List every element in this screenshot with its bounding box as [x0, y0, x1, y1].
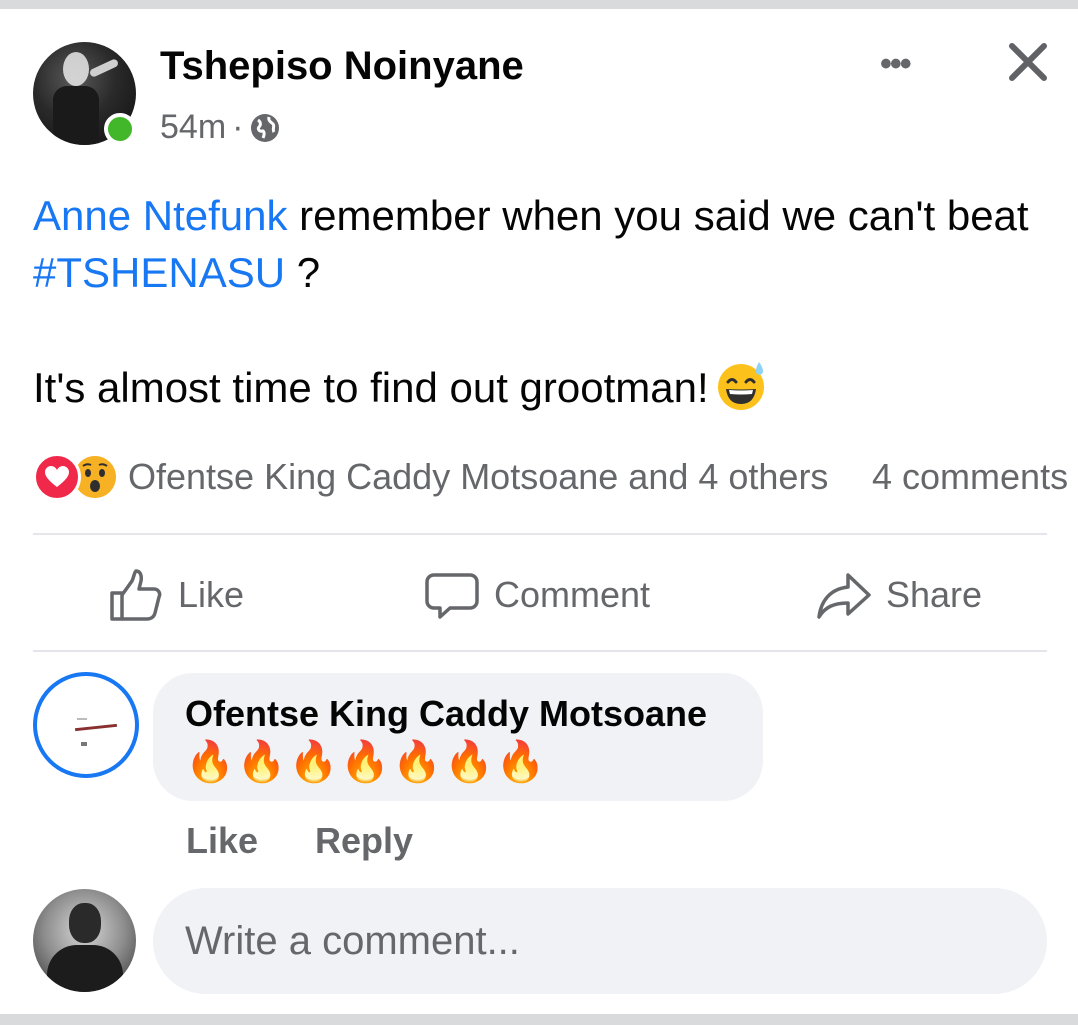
close-icon[interactable]: [1006, 40, 1050, 84]
post-time[interactable]: 54m: [160, 108, 226, 147]
mention-link[interactable]: Anne Ntefunk: [33, 192, 288, 239]
avatar-mark: [74, 723, 118, 732]
comment-button[interactable]: Comment: [424, 560, 650, 630]
current-user-avatar[interactable]: [33, 889, 136, 992]
divider-bottom: [33, 650, 1047, 652]
avatar-figure-head: [63, 52, 89, 86]
more-options-icon[interactable]: •••: [880, 45, 912, 84]
comment-text: 🔥🔥🔥🔥🔥🔥🔥: [185, 740, 548, 784]
share-button-label: Share: [886, 574, 983, 615]
post-body: Anne Ntefunk remember when you said we c…: [33, 187, 1053, 416]
avatar-figure-body: [53, 86, 99, 145]
post-text-part2: ?: [285, 249, 321, 296]
like-button-label: Like: [178, 574, 245, 615]
comment-like-button[interactable]: Like: [186, 820, 258, 862]
online-status-indicator: [104, 113, 136, 145]
share-arrow-icon: [817, 573, 871, 619]
post-meta: 54m ·: [160, 108, 281, 147]
comments-count[interactable]: 4 comments: [872, 456, 1078, 498]
comment-reply-button[interactable]: Reply: [315, 820, 413, 862]
commenter-avatar[interactable]: [33, 672, 139, 778]
post-paragraph-2-text: It's almost time to find out grootman!: [33, 364, 709, 411]
avatar-mark: [81, 742, 87, 746]
commenter-name[interactable]: Ofentse King Caddy Motsoane: [185, 693, 707, 735]
post-author-name[interactable]: Tshepiso Noinyane: [160, 44, 524, 89]
like-button[interactable]: Like: [108, 560, 244, 630]
post-text-part1: remember when you said we can't beat: [287, 192, 1029, 239]
reaction-icons[interactable]: [33, 452, 119, 502]
share-button[interactable]: Share: [816, 560, 982, 630]
comment-input[interactable]: Write a comment...: [153, 888, 1047, 994]
avatar-figure-body: [47, 945, 123, 992]
reactions-summary[interactable]: Ofentse King Caddy Motsoane and 4 others: [128, 456, 828, 498]
heart-reaction-icon: [33, 453, 81, 501]
bottom-separator: [0, 1014, 1078, 1025]
post-paragraph-1: Anne Ntefunk remember when you said we c…: [33, 187, 1053, 301]
grinning-sweat-emoji: [717, 362, 764, 410]
avatar-figure-arm: [88, 58, 120, 78]
avatar-mark: [77, 718, 87, 720]
hashtag-link[interactable]: #TSHENASU: [33, 249, 285, 296]
divider-top: [33, 533, 1047, 535]
meta-separator: ·: [232, 108, 244, 146]
post-paragraph-2: It's almost time to find out grootman!: [33, 359, 1053, 416]
top-separator: [0, 0, 1078, 9]
globe-icon: [251, 113, 280, 142]
like-thumb-icon: [110, 569, 162, 621]
avatar-figure-head: [69, 903, 101, 943]
comment-bubble-icon: [425, 573, 479, 619]
comment-button-label: Comment: [494, 574, 651, 615]
